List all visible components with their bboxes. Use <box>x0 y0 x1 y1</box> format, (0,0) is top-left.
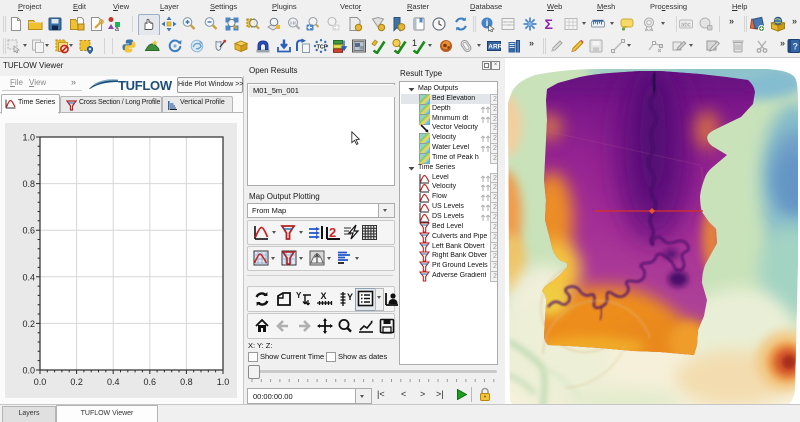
svg-text:0.4: 0.4 <box>22 272 35 282</box>
svg-text:2: 2 <box>329 225 336 240</box>
svg-text:1.0: 1.0 <box>22 133 35 143</box>
svg-text:i: i <box>486 18 489 28</box>
svg-text:Σ: Σ <box>545 16 553 32</box>
svg-text:Y: Y <box>347 292 353 302</box>
svg-text:a: a <box>115 26 119 32</box>
svg-text:0.6: 0.6 <box>22 226 35 236</box>
svg-text:0.8: 0.8 <box>22 179 35 189</box>
svg-text:0.0: 0.0 <box>22 366 35 376</box>
svg-text:0.0: 0.0 <box>34 377 47 387</box>
svg-text:0.4: 0.4 <box>107 377 120 387</box>
svg-text:ARR: ARR <box>488 44 502 51</box>
svg-text:Y: Y <box>296 291 302 300</box>
svg-text:abc: abc <box>681 23 691 29</box>
svg-text:TCF: TCF <box>317 44 328 50</box>
svg-text:0.8: 0.8 <box>180 377 193 387</box>
svg-text:?: ? <box>793 42 799 52</box>
svg-text:1.0: 1.0 <box>217 377 230 387</box>
svg-text:1: 1 <box>412 38 417 48</box>
svg-text:0.2: 0.2 <box>70 377 83 387</box>
svg-text:0.2: 0.2 <box>22 319 35 329</box>
svg-text:0.6: 0.6 <box>144 377 157 387</box>
svg-text:X: X <box>321 291 327 301</box>
